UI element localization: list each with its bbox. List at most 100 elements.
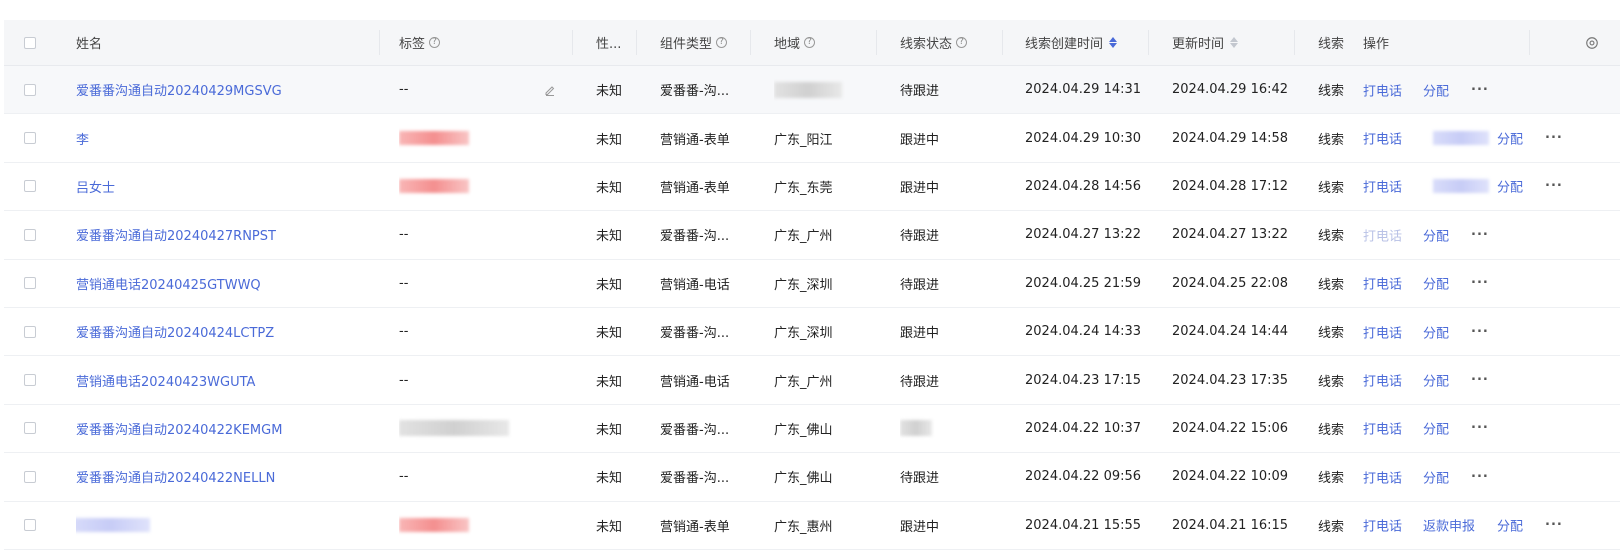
more-icon[interactable]: ··· <box>1545 179 1563 194</box>
call-button[interactable]: 打电话 <box>1363 467 1402 486</box>
more-icon[interactable]: ··· <box>1471 324 1489 339</box>
lead-created: 2024.04.28 14:56 <box>1025 178 1142 194</box>
table-row[interactable]: 营销通电话20240425GTWWQ -- 未知 营销通-电话 广东_深圳 待跟… <box>4 260 1620 308</box>
lead-created: 2024.04.24 14:33 <box>1025 324 1142 340</box>
assign-button[interactable]: 分配 <box>1423 322 1449 341</box>
assign-button[interactable]: 分配 <box>1423 371 1449 390</box>
row-checkbox[interactable] <box>24 83 36 96</box>
column-divider[interactable] <box>876 30 877 55</box>
row-checkbox[interactable] <box>24 132 36 145</box>
lead-name-link[interactable]: 爱番番沟通自动20240427RNPST <box>76 225 276 244</box>
lead-name-link[interactable]: 吕女士 <box>76 177 115 196</box>
call-button[interactable]: 打电话 <box>1363 419 1402 438</box>
table-row[interactable]: 爱番番沟通自动20240422KEMGM 未知 爱番番-沟... 广东_佛山 2… <box>4 405 1620 454</box>
more-icon[interactable]: ··· <box>1545 518 1563 533</box>
lead-component: 爱番番-沟... <box>660 471 730 487</box>
more-icon[interactable]: ··· <box>1471 373 1489 388</box>
lead-name-link[interactable]: 李 <box>76 129 89 148</box>
assign-button[interactable]: 分配 <box>1423 274 1449 293</box>
call-button[interactable]: 打电话 <box>1363 177 1402 196</box>
assign-button[interactable]: 分配 <box>1423 80 1449 99</box>
call-button[interactable]: 打电话 <box>1363 516 1402 535</box>
assign-button[interactable]: 分配 <box>1423 225 1449 244</box>
call-button[interactable]: 打电话 <box>1363 371 1402 390</box>
column-settings-button[interactable] <box>1564 20 1620 65</box>
more-icon[interactable]: ··· <box>1471 421 1489 436</box>
lead-name-link[interactable]: 爱番番沟通自动20240422KEMGM <box>76 419 282 438</box>
column-divider[interactable] <box>1294 30 1295 55</box>
assign-button[interactable]: 分配 <box>1423 467 1449 486</box>
more-icon[interactable]: ··· <box>1471 469 1489 484</box>
sort-updated[interactable]: 更新时间 <box>1172 20 1302 65</box>
more-icon[interactable]: ··· <box>1471 82 1489 97</box>
help-icon[interactable]: ? <box>716 37 728 48</box>
table-row[interactable]: 爱番番沟通自动20240422NELLN -- 未知 爱番番-沟... 广东_佛… <box>4 453 1620 502</box>
table-row[interactable]: 爱番番沟通自动20240424LCTPZ -- 未知 爱番番-沟... 广东_深… <box>4 308 1620 357</box>
help-icon[interactable]: ? <box>429 37 441 48</box>
help-icon[interactable]: ? <box>804 37 816 48</box>
table-row[interactable]: 未知 营销通-表单 广东_惠州 跟进中 2024.04.21 15:55 202… <box>4 502 1620 550</box>
table-row[interactable]: 爱番番沟通自动20240429MGSVG -- 未知 爱番番-沟... 待跟进 … <box>4 66 1620 115</box>
call-button[interactable]: 打电话 <box>1363 129 1402 148</box>
row-checkbox[interactable] <box>24 277 36 290</box>
more-icon[interactable]: ··· <box>1545 131 1563 146</box>
row-checkbox[interactable] <box>24 519 36 532</box>
assign-button[interactable]: 分配 <box>1423 419 1449 438</box>
row-checkbox[interactable] <box>24 228 36 241</box>
lead-gender: 未知 <box>596 277 623 293</box>
table-row[interactable]: 吕女士 未知 营销通-表单 广东_东莞 跟进中 2024.04.28 14:56… <box>4 163 1620 212</box>
column-divider[interactable] <box>750 30 751 55</box>
row-checkbox[interactable] <box>24 470 36 483</box>
sort-created[interactable]: 线索创建时间 <box>1025 20 1155 65</box>
column-divider[interactable] <box>1002 30 1003 55</box>
lead-name-link[interactable]: 爱番番沟通自动20240429MGSVG <box>76 80 282 99</box>
call-button[interactable]: 打电话 <box>1363 80 1402 99</box>
redacted-status <box>900 420 932 437</box>
row-checkbox[interactable] <box>24 374 36 387</box>
sort-icon[interactable] <box>1109 37 1118 48</box>
redacted-name <box>76 518 150 533</box>
row-checkbox[interactable] <box>24 422 36 435</box>
assign-button[interactable]: 分配 <box>1497 177 1523 196</box>
table-row[interactable]: 爱番番沟通自动20240427RNPST -- 未知 爱番番-沟... 广东_广… <box>4 211 1620 260</box>
select-all-cell[interactable] <box>4 20 56 65</box>
refund-button[interactable]: 返款申报 <box>1423 516 1475 535</box>
lead-status: 跟进中 <box>900 180 940 196</box>
column-divider[interactable] <box>1529 30 1530 55</box>
column-divider[interactable] <box>636 30 637 55</box>
column-divider[interactable] <box>1148 30 1149 55</box>
lead-created: 2024.04.21 15:55 <box>1025 517 1142 533</box>
call-button[interactable]: 打电话 <box>1363 322 1402 341</box>
lead-tag: -- <box>399 227 409 243</box>
row-checkbox[interactable] <box>24 180 36 193</box>
help-icon[interactable]: ? <box>956 37 968 48</box>
lead-region: 广东_阳江 <box>774 132 833 148</box>
assign-button[interactable]: 分配 <box>1497 516 1523 535</box>
lead-source: 线索 <box>1318 229 1345 245</box>
lead-name-link[interactable]: 营销通电话20240423WGUTA <box>76 371 255 390</box>
gear-icon[interactable] <box>1585 36 1599 50</box>
lead-component: 爱番番-沟... <box>660 84 730 100</box>
sort-icon[interactable] <box>1230 37 1239 48</box>
table-row[interactable]: 李 未知 营销通-表单 广东_阳江 跟进中 2024.04.29 10:30 2… <box>4 114 1620 163</box>
lead-gender: 未知 <box>596 84 623 100</box>
assign-button[interactable]: 分配 <box>1497 129 1523 148</box>
lead-gender: 未知 <box>596 180 623 196</box>
header-created: 线索创建时间 <box>1025 37 1104 52</box>
row-checkbox[interactable] <box>24 325 36 338</box>
more-icon[interactable]: ··· <box>1471 227 1489 242</box>
lead-name-link[interactable]: 营销通电话20240425GTWWQ <box>76 274 261 293</box>
column-divider[interactable] <box>572 30 573 55</box>
lead-component: 爱番番-沟... <box>660 229 730 245</box>
lead-name-link[interactable]: 爱番番沟通自动20240424LCTPZ <box>76 322 274 341</box>
more-icon[interactable]: ··· <box>1471 276 1489 291</box>
table-row[interactable]: 营销通电话20240423WGUTA -- 未知 营销通-电话 广东_广州 待跟… <box>4 356 1620 405</box>
call-button[interactable]: 打电话 <box>1363 274 1402 293</box>
lead-name-link[interactable]: 爱番番沟通自动20240422NELLN <box>76 467 275 486</box>
lead-created: 2024.04.29 10:30 <box>1025 130 1142 146</box>
select-all-checkbox[interactable] <box>24 36 36 49</box>
lead-updated: 2024.04.27 13:22 <box>1172 227 1289 243</box>
column-divider[interactable] <box>379 30 380 55</box>
edit-icon[interactable] <box>544 84 556 96</box>
lead-source: 线索 <box>1318 132 1345 148</box>
